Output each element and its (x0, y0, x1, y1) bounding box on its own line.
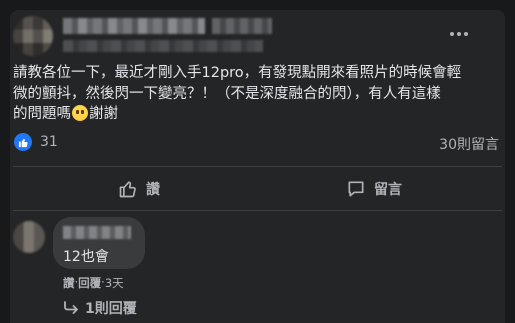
divider (13, 210, 502, 211)
comment-like-link[interactable]: 讚 (63, 275, 75, 291)
commenter-name-redacted[interactable] (63, 226, 131, 239)
post-text-line3-end: 謝謝 (89, 106, 118, 122)
author-avatar[interactable] (13, 16, 53, 56)
more-dot-icon (457, 32, 461, 36)
view-replies-link[interactable]: 1則回覆 (63, 298, 137, 318)
like-count[interactable]: 31 (40, 134, 58, 150)
comment-reply-link[interactable]: 回覆 (78, 275, 101, 291)
comment-meta: 讚 · 回覆 · 3天 (63, 275, 124, 291)
view-replies-label: 1則回覆 (85, 301, 137, 317)
comment-button[interactable]: 留言 (346, 173, 402, 205)
author-name-redacted-2[interactable] (212, 18, 272, 34)
reply-arrow-icon (64, 301, 78, 314)
more-options-button[interactable] (445, 24, 473, 44)
comment-time[interactable]: 3天 (105, 275, 124, 291)
thumbs-up-icon (18, 138, 28, 147)
more-dot-icon (464, 32, 468, 36)
post-text-line1: 請教各位一下，最近才剛入手12pro，有發現點開來看照片的時候會輕 (13, 65, 462, 81)
post-text-line3: 的問題嗎 (13, 106, 71, 122)
post-text-line2: 微的顫抖，然後閃一下變亮？！（不是深度融合的閃），有人有這樣 (13, 85, 441, 102)
author-name-redacted[interactable] (63, 18, 205, 34)
like-button[interactable]: 讚 (118, 173, 160, 205)
comment-bubble-icon (348, 181, 364, 197)
post-body: 請教各位一下，最近才剛入手12pro，有發現點開來看照片的時候會輕 微的顫抖，然… (13, 63, 483, 125)
like-reaction-icon[interactable] (14, 133, 32, 151)
more-dot-icon (450, 32, 454, 36)
commenter-avatar[interactable] (13, 221, 45, 253)
like-button-label: 讚 (146, 182, 160, 198)
comment-text: 12也會 (63, 249, 109, 265)
comment-count[interactable]: 30則留言 (439, 134, 499, 154)
divider (13, 166, 502, 167)
post-meta-redacted (63, 40, 263, 52)
comment-button-label: 留言 (374, 182, 402, 198)
crying-face-emoji-icon (72, 105, 88, 121)
thumbs-up-outline-icon (119, 181, 136, 198)
